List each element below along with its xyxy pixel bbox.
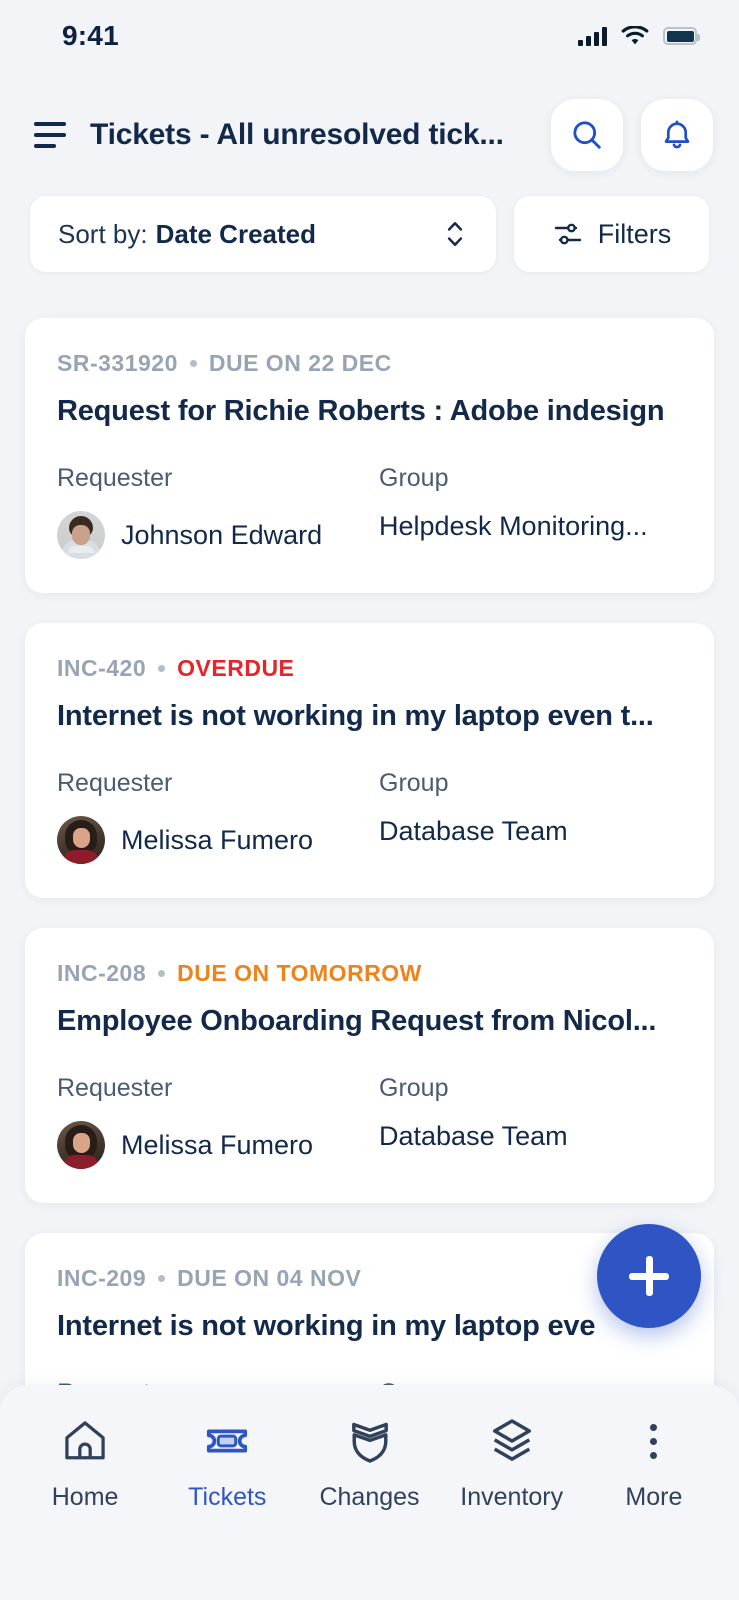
- group-value: Database Team: [379, 816, 682, 847]
- filter-sliders-icon: [552, 218, 584, 250]
- cellular-bars-icon: [578, 26, 607, 46]
- ticket-title: Employee Onboarding Request from Nicol..…: [57, 1005, 682, 1038]
- ticket-card[interactable]: INC-208 DUE ON TOMORROW Employee Onboard…: [25, 928, 714, 1203]
- notifications-button[interactable]: [641, 99, 713, 171]
- group-label: Group: [379, 464, 682, 493]
- nav-label: Tickets: [188, 1483, 266, 1512]
- nav-label: Changes: [319, 1483, 419, 1512]
- sort-by-label: Sort by:: [58, 219, 148, 250]
- ticket-id: SR-331920: [57, 350, 178, 377]
- separator-dot-icon: [158, 665, 165, 672]
- search-icon: [569, 117, 605, 153]
- nav-item-inventory[interactable]: Inventory: [441, 1415, 583, 1512]
- group-column: Group Database Team: [379, 769, 682, 864]
- requester-column: Requester Johnson Edward: [57, 464, 379, 559]
- chevron-up-down-icon: [442, 217, 468, 251]
- requester-name: Johnson Edward: [121, 520, 322, 551]
- more-dots-icon: [650, 1415, 657, 1467]
- ticket-id: INC-209: [57, 1265, 146, 1292]
- status-badge: DUE ON 22 DEC: [209, 350, 392, 377]
- status-time: 9:41: [62, 20, 119, 52]
- group-column: Group Helpdesk Monitoring...: [379, 464, 682, 559]
- ticket-id: INC-420: [57, 655, 146, 682]
- sort-by-dropdown[interactable]: Sort by: Date Created: [30, 196, 496, 272]
- shield-icon: [346, 1415, 394, 1467]
- create-ticket-fab[interactable]: [597, 1224, 701, 1328]
- separator-dot-icon: [158, 970, 165, 977]
- separator-dot-icon: [158, 1275, 165, 1282]
- page-title: Tickets - All unresolved tick...: [90, 118, 551, 152]
- ticket-title: Request for Richie Roberts : Adobe indes…: [57, 395, 682, 428]
- requester-label: Requester: [57, 464, 379, 493]
- ticket-meta: INC-209 DUE ON 04 NOV: [57, 1265, 682, 1292]
- avatar: [57, 511, 105, 559]
- avatar: [57, 816, 105, 864]
- bottom-navigation: Home Tickets Changes: [0, 1385, 739, 1600]
- separator-dot-icon: [190, 360, 197, 367]
- bell-icon: [659, 117, 695, 153]
- toolbar: Sort by: Date Created Filters: [0, 196, 739, 272]
- requester-value: Johnson Edward: [57, 511, 379, 559]
- ticket-title: Internet is not working in my laptop eve…: [57, 700, 682, 733]
- nav-item-changes[interactable]: Changes: [298, 1415, 440, 1512]
- requester-column: Requester Melissa Fumero: [57, 1074, 379, 1169]
- requester-value: Melissa Fumero: [57, 816, 379, 864]
- ticket-details: Requester Melissa Fumero Group Database …: [57, 1074, 682, 1169]
- status-bar: 9:41: [0, 0, 739, 72]
- ticket-meta: SR-331920 DUE ON 22 DEC: [57, 350, 682, 377]
- layers-icon: [487, 1415, 537, 1467]
- ticket-icon: [201, 1415, 253, 1467]
- ticket-meta: INC-420 OVERDUE: [57, 655, 682, 682]
- group-label: Group: [379, 769, 682, 798]
- status-icons: [578, 26, 697, 47]
- home-icon: [60, 1415, 110, 1467]
- requester-name: Melissa Fumero: [121, 825, 313, 856]
- ticket-title: Internet is not working in my laptop eve: [57, 1310, 682, 1343]
- hamburger-menu-icon[interactable]: [34, 122, 70, 148]
- requester-label: Requester: [57, 769, 379, 798]
- sort-by-value: Date Created: [156, 219, 316, 250]
- avatar: [57, 1121, 105, 1169]
- nav-label: More: [625, 1483, 682, 1512]
- nav-item-more[interactable]: More: [583, 1415, 725, 1512]
- nav-label: Home: [52, 1483, 119, 1512]
- group-value: Helpdesk Monitoring...: [379, 511, 682, 542]
- filters-label: Filters: [598, 219, 672, 250]
- ticket-details: Requester Johnson Edward Group Helpdesk …: [57, 464, 682, 559]
- group-column: Group Database Team: [379, 1074, 682, 1169]
- filters-button[interactable]: Filters: [514, 196, 709, 272]
- ticket-details: Requester Melissa Fumero Group Database …: [57, 769, 682, 864]
- app-header: Tickets - All unresolved tick...: [0, 96, 739, 174]
- ticket-meta: INC-208 DUE ON TOMORROW: [57, 960, 682, 987]
- ticket-id: INC-208: [57, 960, 146, 987]
- requester-name: Melissa Fumero: [121, 1130, 313, 1161]
- requester-value: Melissa Fumero: [57, 1121, 379, 1169]
- ticket-card[interactable]: INC-420 OVERDUE Internet is not working …: [25, 623, 714, 898]
- nav-item-tickets[interactable]: Tickets: [156, 1415, 298, 1512]
- group-value: Database Team: [379, 1121, 682, 1152]
- group-label: Group: [379, 1074, 682, 1103]
- battery-full-icon: [663, 27, 697, 45]
- plus-icon-vertical: [646, 1256, 653, 1296]
- nav-item-home[interactable]: Home: [14, 1415, 156, 1512]
- status-badge: DUE ON 04 NOV: [177, 1265, 361, 1292]
- wifi-icon: [621, 26, 649, 47]
- status-badge: DUE ON TOMORROW: [177, 960, 422, 987]
- nav-label: Inventory: [460, 1483, 563, 1512]
- status-badge: OVERDUE: [177, 655, 294, 682]
- ticket-card[interactable]: SR-331920 DUE ON 22 DEC Request for Rich…: [25, 318, 714, 593]
- phone-screen: 9:41 Tickets - All unresolved tick...: [0, 0, 739, 1600]
- search-button[interactable]: [551, 99, 623, 171]
- requester-column: Requester Melissa Fumero: [57, 769, 379, 864]
- requester-label: Requester: [57, 1074, 379, 1103]
